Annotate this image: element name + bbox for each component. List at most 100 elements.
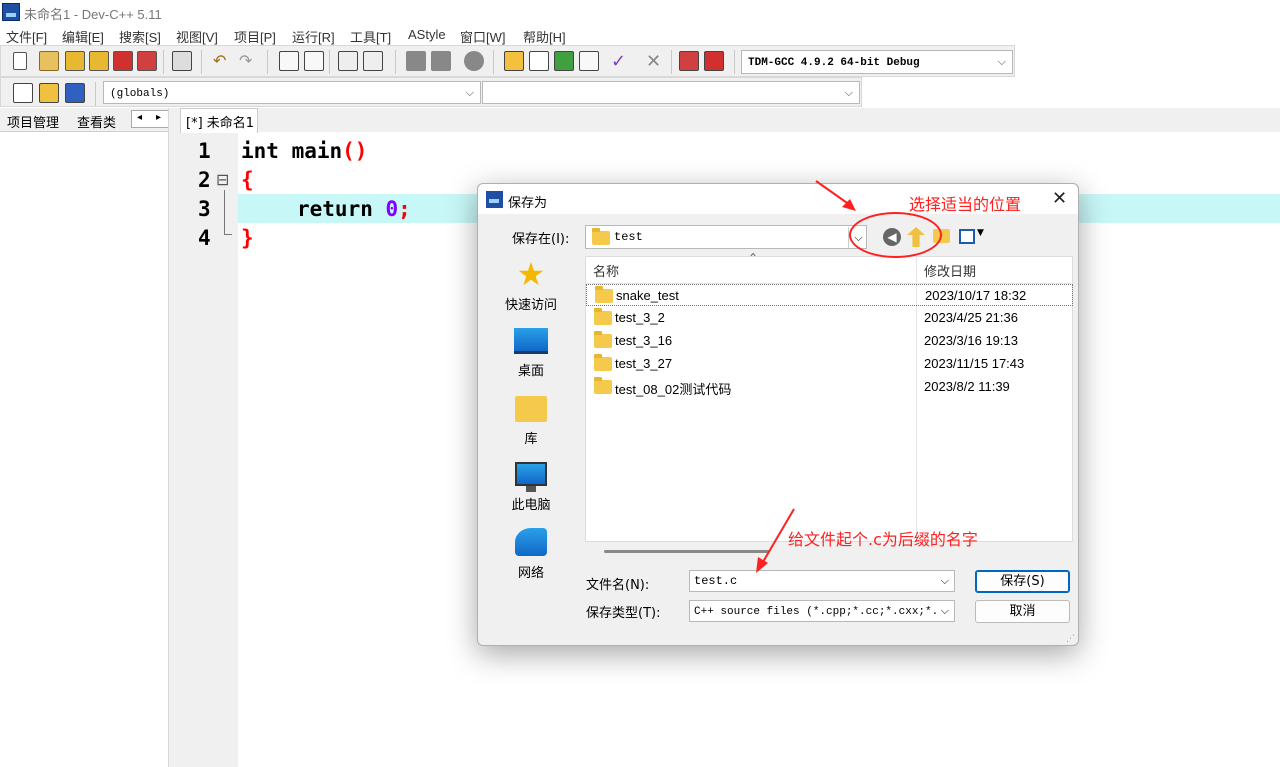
undo-icon[interactable]: ↶ (213, 51, 233, 71)
file-name: snake_test (616, 288, 679, 303)
close-file-icon[interactable] (113, 51, 133, 71)
devcpp-app-icon (486, 191, 503, 208)
indent-icon[interactable] (406, 51, 426, 71)
code-line-1[interactable]: int main() (241, 139, 367, 163)
compiler-select[interactable]: TDM-GCC 4.9.2 64-bit Debug ⌵ (741, 50, 1013, 74)
place-library[interactable]: 库 (498, 396, 564, 447)
annotation-location-hint: 选择适当的位置 (909, 195, 1022, 214)
check-syntax-icon[interactable]: ✓ (611, 51, 631, 72)
menu-tools[interactable]: 工具[T] (350, 27, 391, 46)
find-icon[interactable] (279, 51, 299, 71)
menu-window[interactable]: 窗口[W] (460, 27, 506, 46)
chevron-down-icon[interactable]: ⌵ (941, 571, 949, 591)
code-identifier: main (278, 139, 343, 163)
unindent-icon[interactable] (431, 51, 451, 71)
file-name: test_3_16 (615, 333, 673, 348)
fold-toggle-icon[interactable]: ⊟ (216, 170, 229, 189)
save-icon[interactable] (65, 51, 85, 71)
new-file-icon[interactable] (13, 52, 27, 70)
code-line-4[interactable]: } (241, 226, 254, 250)
column-name[interactable]: 名称 (593, 261, 619, 280)
goto-icon[interactable] (39, 83, 59, 103)
redo-icon[interactable]: ↷ (239, 51, 259, 71)
scroll-right-icon[interactable]: ▸ (156, 112, 161, 123)
place-label: 此电脑 (511, 498, 551, 513)
replace-icon[interactable] (304, 51, 324, 71)
view-menu-icon[interactable] (959, 229, 975, 244)
filetype-select[interactable]: C++ source files (*.cpp;*.cc;*.cxx;*. ⌵ (689, 600, 955, 622)
place-this-pc[interactable]: 此电脑 (498, 462, 564, 513)
file-date: 2023/4/25 21:36 (924, 310, 1018, 325)
tab-class-browser[interactable]: 查看类 (77, 112, 116, 131)
toggle-icon[interactable] (65, 83, 85, 103)
debug-icon[interactable] (704, 51, 724, 71)
monitor-stand (526, 486, 536, 492)
line-number: 3 (198, 197, 211, 221)
compile-icon[interactable] (504, 51, 524, 71)
close-icon[interactable]: ✕ (1052, 188, 1067, 209)
menu-view[interactable]: 视图[V] (176, 27, 218, 46)
main-toolbar: ↶ ↷ ✓ ✕ TDM-GCC 4.9.2 64-bit Debug ⌵ (0, 45, 1015, 77)
chevron-down-icon[interactable]: ⌵ (940, 601, 949, 621)
chevron-down-icon[interactable]: ▼ (977, 228, 984, 238)
fold-line (224, 190, 225, 234)
tab-scroll-arrows[interactable]: ◂ ▸ (131, 110, 171, 128)
horizontal-scrollbar[interactable] (604, 550, 770, 553)
devcpp-app-icon (2, 3, 20, 21)
place-desktop[interactable]: 桌面 (498, 328, 564, 379)
globals-select[interactable]: (globals) ⌵ (103, 81, 481, 104)
resize-grip-icon[interactable]: ⋰ (1066, 634, 1075, 644)
scroll-left-icon[interactable]: ◂ (137, 112, 142, 123)
desktop-icon (514, 328, 548, 354)
save-all-icon[interactable] (89, 51, 109, 71)
save-in-value: test (614, 230, 643, 244)
function-select[interactable]: ⌵ (482, 81, 860, 104)
open-file-icon[interactable] (39, 51, 59, 71)
comment-icon[interactable] (464, 51, 484, 71)
panel-splitter[interactable] (168, 108, 180, 767)
menu-run[interactable]: 运行[R] (292, 27, 335, 46)
profile-chart-icon[interactable] (679, 51, 699, 71)
filename-label: 文件名(N): (586, 578, 650, 593)
place-label: 桌面 (517, 364, 544, 379)
save-button[interactable]: 保存(S) (975, 570, 1070, 593)
column-modified[interactable]: 修改日期 (924, 261, 976, 280)
close-all-icon[interactable] (137, 51, 157, 71)
menu-bar: 文件[F] 编辑[E] 搜索[S] 视图[V] 项目[P] 运行[R] 工具[T… (0, 25, 1280, 45)
place-quick-access[interactable]: ★ 快速访问 (498, 258, 564, 313)
file-name: test_3_2 (615, 310, 665, 325)
code-number: 0 (385, 197, 399, 221)
project-panel (0, 132, 168, 767)
place-label: 网络 (517, 566, 544, 581)
print-icon[interactable] (172, 51, 192, 71)
run-icon[interactable] (529, 51, 549, 71)
code-line-3[interactable]: return 0; (297, 197, 411, 221)
chevron-down-icon: ⌵ (465, 86, 474, 99)
compile-run-icon[interactable] (554, 51, 574, 71)
dialog-title: 保存为 (508, 196, 548, 211)
tab-project-manager[interactable]: 项目管理 (7, 112, 59, 131)
menu-astyle[interactable]: AStyle (408, 27, 446, 42)
file-date: 2023/10/17 18:32 (925, 288, 1027, 303)
menu-help[interactable]: 帮助[H] (523, 27, 566, 46)
folder-icon (594, 308, 612, 325)
cancel-button[interactable]: 取消 (975, 600, 1070, 623)
file-date: 2023/11/15 17:43 (924, 356, 1025, 371)
menu-search[interactable]: 搜索[S] (119, 27, 161, 46)
toggle-bookmark-icon[interactable] (363, 51, 383, 71)
insert-icon[interactable] (13, 83, 33, 103)
code-line-2[interactable]: { (241, 168, 254, 192)
file-name: test_08_02测试代码 (615, 382, 732, 397)
code-keyword: int (241, 139, 279, 163)
menu-edit[interactable]: 编辑[E] (62, 27, 104, 46)
editor-tab-untitled1[interactable]: [*] 未命名1 (180, 108, 258, 133)
rebuild-icon[interactable] (579, 51, 599, 71)
menu-project[interactable]: 项目[P] (234, 27, 276, 46)
menu-file[interactable]: 文件[F] (6, 27, 47, 46)
place-network[interactable]: 网络 (498, 528, 564, 581)
arrow-line (815, 180, 851, 206)
arrow-head (756, 557, 768, 573)
places-bar: ★ 快速访问 桌面 库 此电脑 网络 (498, 256, 564, 586)
stop-icon[interactable]: ✕ (646, 51, 666, 72)
goto-line-icon[interactable] (338, 51, 358, 71)
